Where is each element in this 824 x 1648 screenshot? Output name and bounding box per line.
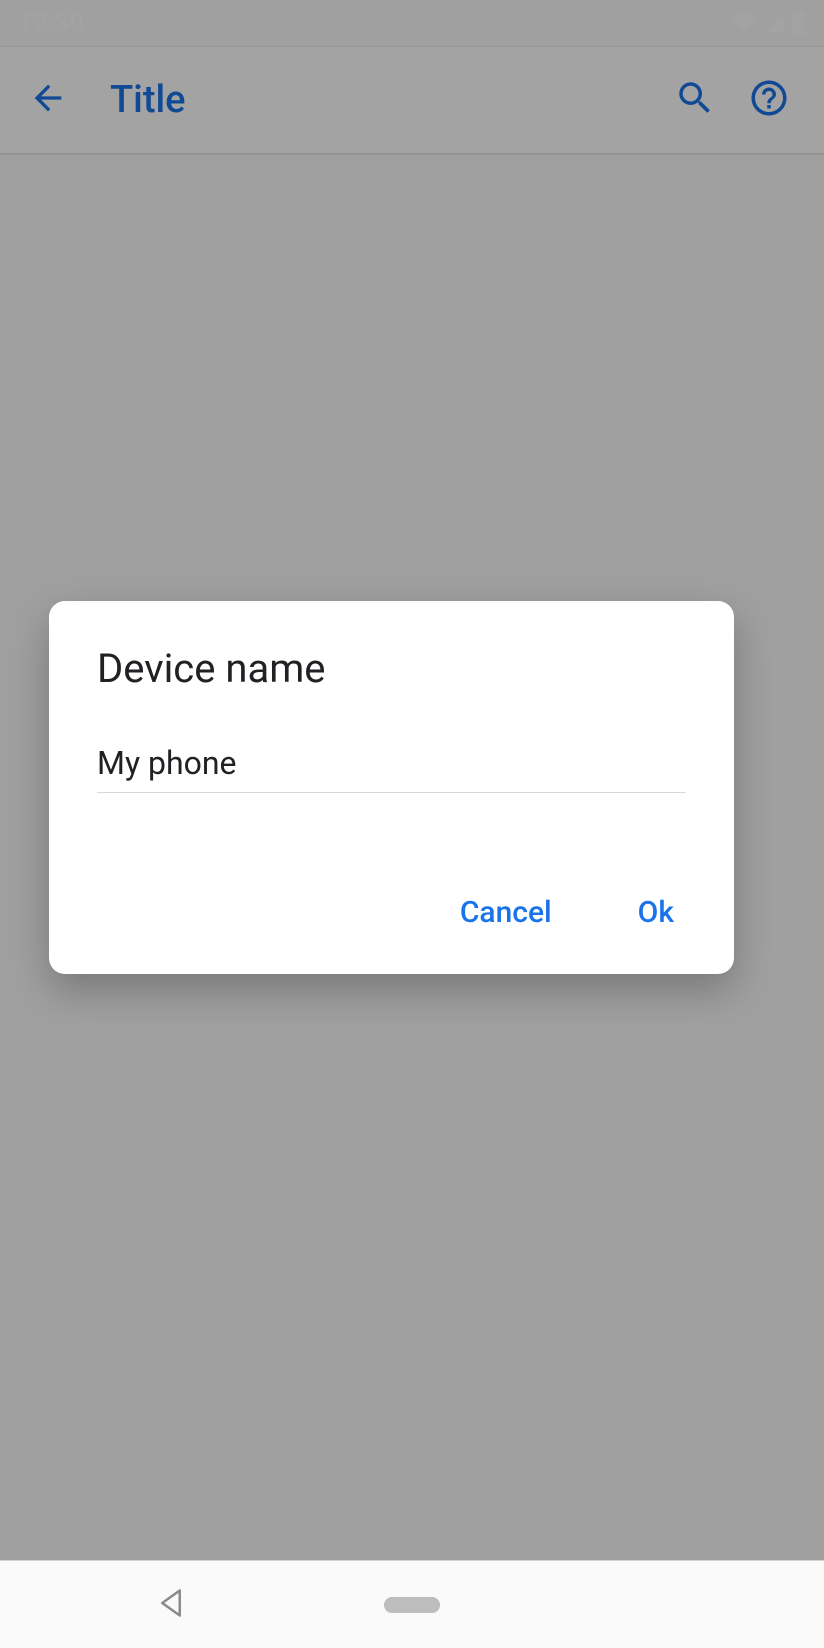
input-container	[97, 744, 686, 793]
nav-back-button[interactable]	[158, 1588, 184, 1622]
device-name-dialog: Device name Cancel Ok	[49, 601, 734, 974]
dialog-actions: Cancel Ok	[97, 889, 686, 946]
ok-button[interactable]: Ok	[630, 889, 682, 936]
system-nav-bar	[0, 1560, 824, 1648]
device-name-input[interactable]	[97, 744, 686, 782]
cancel-button[interactable]: Cancel	[452, 889, 560, 936]
dialog-title: Device name	[97, 645, 686, 692]
home-pill[interactable]	[384, 1597, 440, 1613]
nav-back-icon	[158, 1603, 184, 1622]
